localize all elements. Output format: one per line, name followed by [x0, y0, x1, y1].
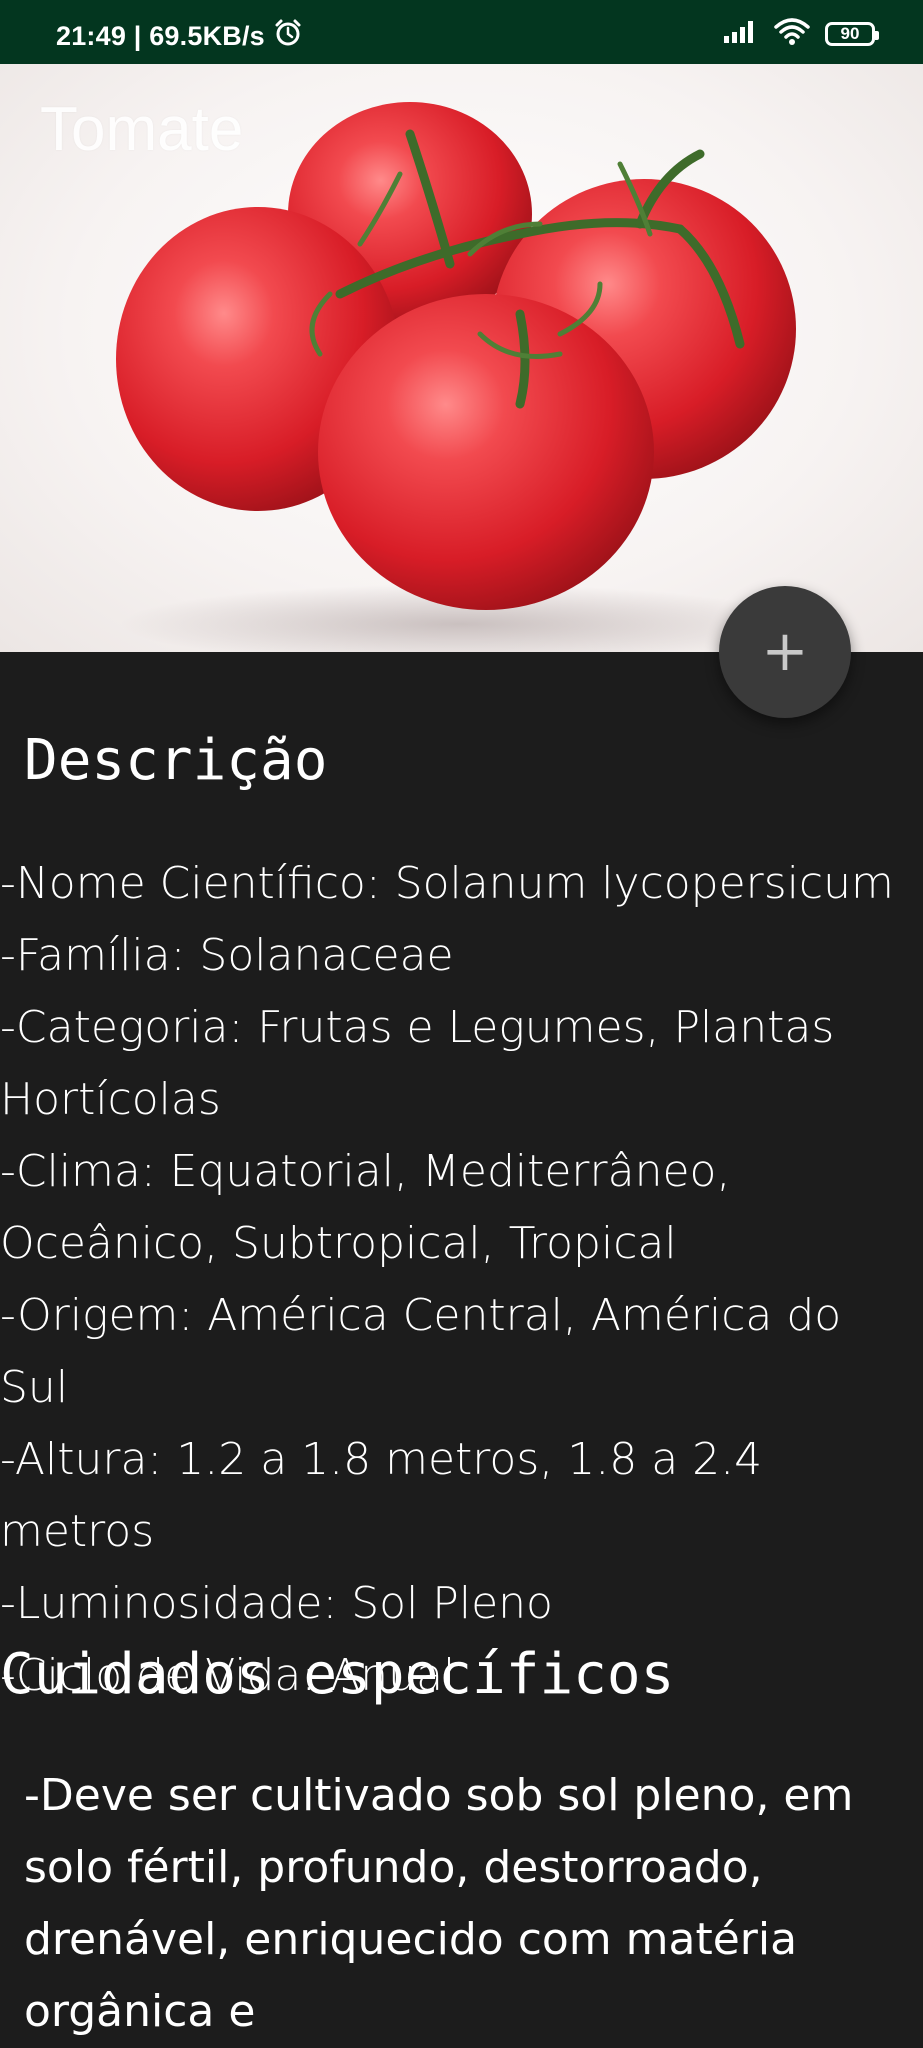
description-list: -Nome Científico: Solanum lycopersicum -…: [0, 848, 923, 1712]
add-button[interactable]: +: [719, 586, 851, 718]
description-line: -Clima: Equatorial, Mediterrâneo, Oceâni…: [0, 1146, 731, 1269]
status-bar: 21:49 | 69.5KB/s 90: [0, 0, 923, 64]
battery-icon: 90: [825, 21, 879, 46]
plus-icon: +: [761, 619, 809, 684]
care-title: Cuidados específicos: [0, 1642, 675, 1707]
alarm-icon: [273, 18, 303, 55]
description-line: -Origem: América Central, América do Sul: [0, 1290, 842, 1413]
description-line: -Nome Científico: Solanum lycopersicum: [0, 858, 894, 909]
status-left: 21:49 | 69.5KB/s: [56, 18, 303, 55]
signal-icon: [723, 18, 759, 49]
description-title: Descrição: [24, 728, 328, 793]
toolbar-title: Tomate: [40, 95, 244, 164]
description-line: -Altura: 1.2 a 1.8 metros, 1.8 a 2.4 met…: [0, 1434, 763, 1557]
description-line: -Categoria: Frutas e Legumes, Plantas Ho…: [0, 1002, 835, 1125]
status-right: 90: [723, 16, 879, 51]
description-line: -Família: Solanaceae: [0, 930, 454, 981]
battery-level: 90: [840, 23, 860, 43]
care-text: -Deve ser cultivado sob sol pleno, em so…: [24, 1770, 854, 2037]
wifi-icon: [773, 16, 811, 51]
hero-image: Tomate: [0, 64, 923, 652]
description-line: -Luminosidade: Sol Pleno: [0, 1578, 553, 1629]
status-time-speed: 21:49 | 69.5KB/s: [56, 21, 265, 51]
